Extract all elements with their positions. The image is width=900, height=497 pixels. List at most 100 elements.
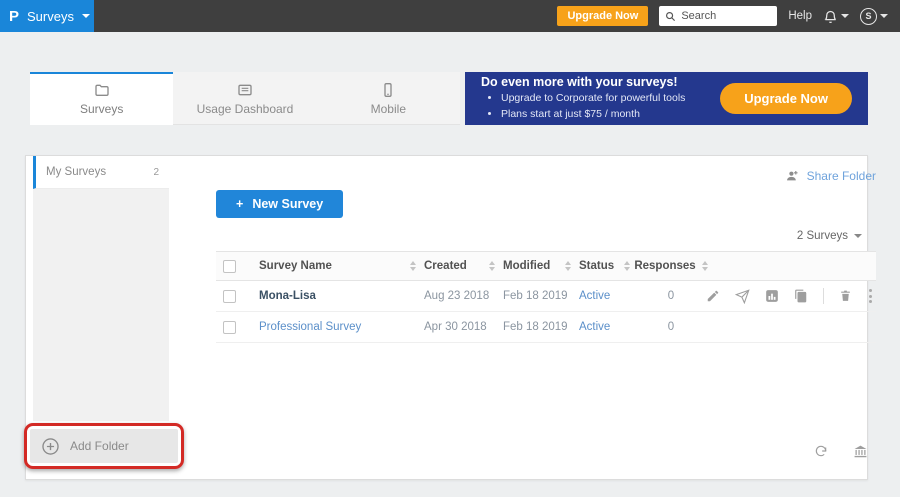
mobile-icon	[380, 82, 396, 98]
search-input[interactable]	[681, 10, 771, 22]
status-badge: Active	[579, 290, 610, 302]
created-date: Apr 30 2018	[424, 321, 487, 333]
column-label: Responses	[634, 260, 695, 272]
surveys-panel: My Surveys 2 Add Folder Share Folder + N…	[25, 155, 868, 480]
sort-icon[interactable]	[489, 261, 495, 271]
more-options-icon[interactable]	[867, 287, 874, 305]
created-date: Aug 23 2018	[424, 290, 489, 302]
created-cell: Aug 23 2018	[424, 290, 503, 302]
product-menu[interactable]: P Surveys	[0, 0, 94, 32]
upgrade-banner: Do even more with your surveys! Upgrade …	[465, 72, 868, 125]
tabs-banner-row: Surveys Usage Dashboard Mobile Do even m…	[30, 72, 868, 125]
survey-name-link[interactable]: Professional Survey	[259, 321, 361, 333]
banner-bullet: Upgrade to Corporate for powerful tools	[501, 91, 685, 106]
copy-icon[interactable]	[794, 289, 808, 303]
chevron-down-icon	[854, 234, 862, 238]
delete-icon[interactable]	[839, 289, 852, 303]
folder-label: My Surveys	[46, 166, 106, 178]
folder-count-badge: 2	[153, 167, 159, 178]
created-cell: Apr 30 2018	[424, 321, 503, 333]
help-link[interactable]: Help	[788, 10, 812, 22]
banner-text: Do even more with your surveys! Upgrade …	[481, 75, 685, 121]
column-label: Survey Name	[259, 260, 332, 272]
chevron-down-icon	[880, 14, 888, 18]
column-label: Created	[424, 260, 467, 272]
status-cell: Active	[579, 321, 636, 333]
responses-cell: 0	[636, 290, 706, 302]
tab-surveys[interactable]: Surveys	[30, 72, 173, 125]
status-badge: Active	[579, 321, 610, 333]
modified-date: Feb 18 2019	[503, 321, 568, 333]
table-row: Mona-Lisa Aug 23 2018 Feb 18 2019 Active…	[216, 281, 876, 312]
modified-date: Feb 18 2019	[503, 290, 568, 302]
select-all-checkbox[interactable]	[223, 260, 236, 273]
select-all-cell	[216, 260, 259, 273]
responses-count: 0	[668, 290, 674, 302]
account-menu[interactable]: S	[860, 8, 888, 25]
bell-icon	[823, 9, 838, 24]
new-survey-button[interactable]: + New Survey	[216, 190, 343, 218]
dashboard-icon	[236, 82, 254, 98]
topbar-right-cluster: Upgrade Now Help S	[557, 0, 900, 32]
panel-footer-icons	[813, 444, 868, 459]
edit-icon[interactable]	[706, 289, 720, 303]
row-select-cell	[216, 321, 259, 334]
add-folder-label: Add Folder	[70, 439, 129, 453]
tab-label: Usage Dashboard	[197, 102, 294, 116]
banner-bullet: Plans start at just $75 / month	[501, 107, 685, 122]
tab-label: Surveys	[80, 102, 123, 116]
survey-count-label: 2 Surveys	[797, 230, 848, 242]
banner-title: Do even more with your surveys!	[481, 75, 685, 89]
sidebar-item-my-surveys[interactable]: My Surveys 2	[33, 156, 169, 189]
upgrade-now-button[interactable]: Upgrade Now	[557, 6, 648, 26]
notifications-menu[interactable]	[823, 9, 849, 24]
survey-name-link[interactable]: Mona-Lisa	[259, 290, 316, 302]
survey-name-cell: Mona-Lisa	[259, 290, 424, 302]
add-folder-button[interactable]: Add Folder	[30, 429, 178, 463]
folder-list-area	[33, 189, 169, 421]
row-checkbox[interactable]	[223, 290, 236, 303]
search-icon	[665, 11, 676, 22]
responses-cell: 0	[636, 321, 706, 333]
column-header-modified[interactable]: Modified	[503, 260, 579, 272]
report-icon[interactable]	[765, 289, 779, 303]
tab-mobile[interactable]: Mobile	[317, 72, 460, 125]
top-bar: P Surveys Upgrade Now Help S	[0, 0, 900, 32]
survey-count-dropdown[interactable]: 2 Surveys	[216, 230, 862, 242]
surveys-table: Survey Name Created Modified Status Resp…	[216, 251, 876, 343]
column-label: Modified	[503, 260, 550, 272]
archive-icon[interactable]	[853, 444, 868, 459]
folders-sidebar: My Surveys 2 Add Folder	[26, 156, 194, 479]
tab-label: Mobile	[371, 102, 406, 116]
divider	[823, 288, 824, 304]
modified-cell: Feb 18 2019	[503, 321, 579, 333]
plus-circle-icon	[41, 437, 60, 456]
row-select-cell	[216, 290, 259, 303]
column-header-responses[interactable]: Responses	[636, 260, 706, 272]
table-header-row: Survey Name Created Modified Status Resp…	[216, 252, 876, 281]
share-folder-link[interactable]: Share Folder	[807, 169, 876, 183]
logo: P	[9, 8, 19, 25]
sort-icon[interactable]	[565, 261, 571, 271]
sort-icon[interactable]	[410, 261, 416, 271]
restore-icon[interactable]	[813, 444, 829, 459]
column-header-created[interactable]: Created	[424, 260, 503, 272]
tab-usage-dashboard[interactable]: Usage Dashboard	[173, 72, 316, 125]
row-checkbox[interactable]	[223, 321, 236, 334]
sort-icon[interactable]	[624, 261, 630, 271]
tab-strip: Surveys Usage Dashboard Mobile	[30, 72, 460, 125]
send-icon[interactable]	[735, 289, 750, 304]
banner-upgrade-button[interactable]: Upgrade Now	[720, 83, 852, 114]
plus-icon: +	[236, 197, 243, 211]
new-survey-label: New Survey	[252, 197, 323, 211]
column-header-survey-name[interactable]: Survey Name	[259, 260, 424, 272]
search-box[interactable]	[659, 6, 777, 26]
column-header-status[interactable]: Status	[579, 260, 636, 272]
annotation-highlight: Add Folder	[24, 423, 184, 469]
survey-list-area: Share Folder + New Survey 2 Surveys Surv…	[194, 156, 894, 479]
status-cell: Active	[579, 290, 636, 302]
sort-icon[interactable]	[702, 261, 708, 271]
modified-cell: Feb 18 2019	[503, 290, 579, 302]
column-label: Status	[579, 260, 614, 272]
row-actions	[706, 287, 876, 305]
